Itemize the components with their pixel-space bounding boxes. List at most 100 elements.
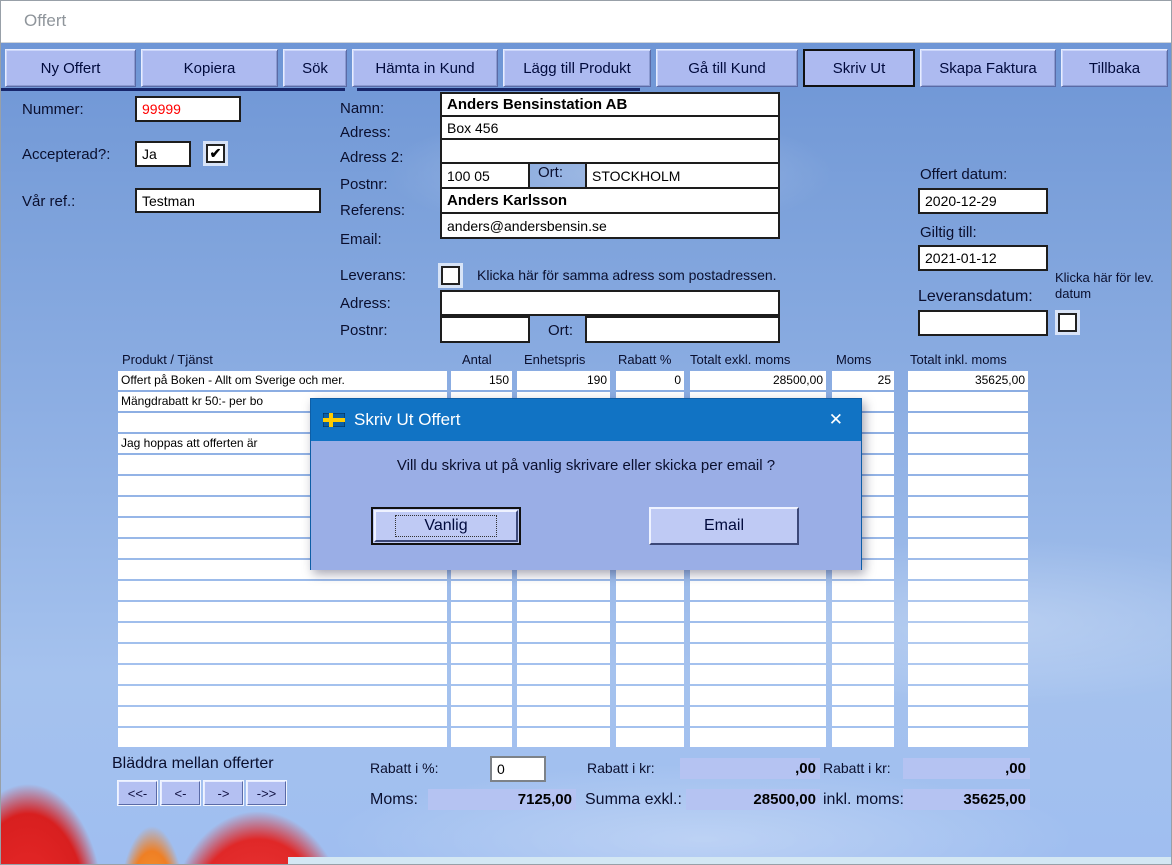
table-cell[interactable] xyxy=(908,392,1028,411)
table-cell[interactable] xyxy=(908,602,1028,621)
table-cell[interactable] xyxy=(118,707,447,726)
adress-field[interactable] xyxy=(440,115,780,140)
namn-field[interactable] xyxy=(440,92,780,117)
lagg-till-produkt-button[interactable]: Lägg till Produkt xyxy=(503,49,651,87)
table-cell[interactable] xyxy=(832,665,894,684)
table-cell[interactable] xyxy=(517,686,610,705)
table-cell[interactable] xyxy=(451,665,512,684)
first-offer-button[interactable]: <<- xyxy=(118,781,157,805)
table-cell[interactable] xyxy=(616,644,684,663)
table-cell[interactable]: 150 xyxy=(451,371,512,390)
table-cell[interactable] xyxy=(908,623,1028,642)
table-cell[interactable]: 0 xyxy=(616,371,684,390)
table-cell[interactable] xyxy=(118,728,447,747)
leverans-adress-field[interactable] xyxy=(440,290,780,316)
table-cell[interactable] xyxy=(451,581,512,600)
table-cell[interactable] xyxy=(690,728,826,747)
table-cell[interactable] xyxy=(908,539,1028,558)
table-cell[interactable]: Offert på Boken - Allt om Sverige och me… xyxy=(118,371,447,390)
next-offer-button[interactable]: -> xyxy=(204,781,243,805)
table-cell[interactable] xyxy=(616,665,684,684)
sok-button[interactable]: Sök xyxy=(283,49,347,87)
table-cell[interactable] xyxy=(908,665,1028,684)
email-button[interactable]: Email xyxy=(649,507,799,545)
table-cell[interactable]: 190 xyxy=(517,371,610,390)
table-cell[interactable] xyxy=(908,455,1028,474)
table-cell[interactable] xyxy=(908,518,1028,537)
table-cell[interactable] xyxy=(832,728,894,747)
table-cell[interactable] xyxy=(908,581,1028,600)
referens-field[interactable] xyxy=(440,187,780,214)
table-cell[interactable] xyxy=(832,581,894,600)
table-cell[interactable] xyxy=(832,707,894,726)
giltig-till-field[interactable] xyxy=(918,245,1048,271)
table-cell[interactable] xyxy=(118,602,447,621)
table-cell[interactable] xyxy=(908,497,1028,516)
table-cell[interactable] xyxy=(908,560,1028,579)
table-cell[interactable] xyxy=(118,686,447,705)
ort-field[interactable] xyxy=(585,162,780,189)
table-cell[interactable] xyxy=(908,728,1028,747)
table-cell[interactable] xyxy=(517,623,610,642)
table-cell[interactable] xyxy=(908,686,1028,705)
table-cell[interactable] xyxy=(908,434,1028,453)
table-cell[interactable] xyxy=(118,581,447,600)
dialog-titlebar[interactable]: Skriv Ut Offert ✕ xyxy=(311,399,861,441)
table-cell[interactable]: 28500,00 xyxy=(690,371,826,390)
table-cell[interactable] xyxy=(832,602,894,621)
table-cell[interactable] xyxy=(517,728,610,747)
table-cell[interactable] xyxy=(451,728,512,747)
table-cell[interactable] xyxy=(517,644,610,663)
table-cell[interactable] xyxy=(908,413,1028,432)
table-cell[interactable] xyxy=(118,623,447,642)
adress2-field[interactable] xyxy=(440,138,780,164)
table-cell[interactable] xyxy=(517,581,610,600)
nummer-field[interactable] xyxy=(135,96,241,122)
table-cell[interactable] xyxy=(690,644,826,663)
table-cell[interactable] xyxy=(451,707,512,726)
table-cell[interactable] xyxy=(616,602,684,621)
leveransdatum-field[interactable] xyxy=(918,310,1048,336)
same-address-checkbox[interactable] xyxy=(441,266,460,285)
table-cell[interactable] xyxy=(517,602,610,621)
table-cell[interactable] xyxy=(517,707,610,726)
table-cell[interactable] xyxy=(832,644,894,663)
accepterad-checkbox[interactable]: ✔ xyxy=(206,144,225,163)
table-cell[interactable] xyxy=(832,623,894,642)
table-cell[interactable] xyxy=(616,686,684,705)
table-cell[interactable] xyxy=(690,665,826,684)
leverans-ort-field[interactable] xyxy=(585,316,780,343)
table-cell[interactable] xyxy=(908,476,1028,495)
last-offer-button[interactable]: ->> xyxy=(247,781,286,805)
table-cell[interactable] xyxy=(908,707,1028,726)
skapa-faktura-button[interactable]: Skapa Faktura xyxy=(920,49,1056,87)
table-cell[interactable]: 25 xyxy=(832,371,894,390)
table-cell[interactable] xyxy=(616,728,684,747)
previous-offer-button[interactable]: <- xyxy=(161,781,200,805)
close-icon[interactable]: ✕ xyxy=(823,410,849,430)
hamta-in-kund-button[interactable]: Hämta in Kund xyxy=(352,49,498,87)
postnr-field[interactable] xyxy=(440,162,530,189)
table-cell[interactable] xyxy=(616,623,684,642)
table-cell[interactable] xyxy=(616,707,684,726)
skriv-ut-button[interactable]: Skriv Ut xyxy=(803,49,915,87)
offert-datum-field[interactable] xyxy=(918,188,1048,214)
table-cell[interactable] xyxy=(451,644,512,663)
table-cell[interactable] xyxy=(451,686,512,705)
table-cell[interactable] xyxy=(451,602,512,621)
table-cell[interactable] xyxy=(690,623,826,642)
vanlig-button[interactable]: Vanlig xyxy=(371,507,521,545)
table-cell[interactable] xyxy=(517,665,610,684)
lev-datum-checkbox[interactable] xyxy=(1058,313,1077,332)
ny-offert-button[interactable]: Ny Offert xyxy=(5,49,136,87)
table-cell[interactable] xyxy=(908,644,1028,663)
kopiera-button[interactable]: Kopiera xyxy=(141,49,278,87)
table-cell[interactable] xyxy=(690,581,826,600)
email-field[interactable] xyxy=(440,212,780,239)
table-cell[interactable]: 35625,00 xyxy=(908,371,1028,390)
tillbaka-button[interactable]: Tillbaka xyxy=(1061,49,1168,87)
table-cell[interactable] xyxy=(690,707,826,726)
accepterad-field[interactable] xyxy=(135,141,191,167)
ga-till-kund-button[interactable]: Gå till Kund xyxy=(656,49,798,87)
leverans-postnr-field[interactable] xyxy=(440,316,530,343)
